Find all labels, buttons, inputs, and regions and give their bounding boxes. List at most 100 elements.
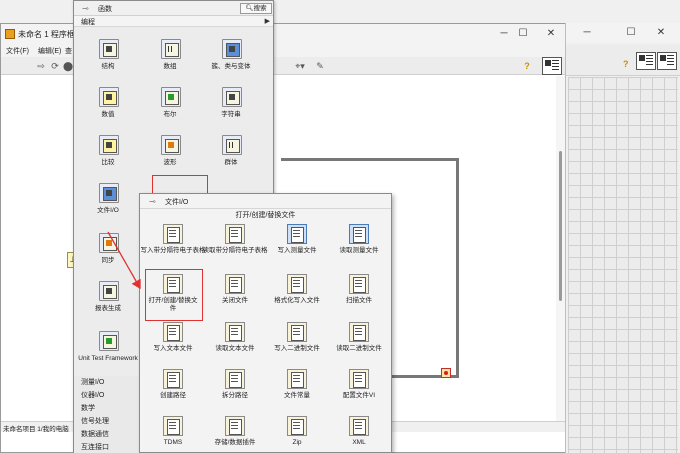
palette-item-label: 群体 [224, 159, 238, 166]
item-label: 写入文本文件 [153, 345, 193, 352]
read-binary-icon [349, 322, 369, 342]
sub-category-connectivity[interactable]: 互连接口 [81, 442, 109, 452]
file-io-palette: ⊸ 文件I/O 打开/创建/替换文件 写入带分隔符电子表格 读取带分隔符电子表格… [139, 193, 392, 453]
item-zip[interactable]: Zip [268, 416, 326, 453]
front-panel-grid[interactable] [568, 77, 678, 453]
palette-item-numeric[interactable]: 数值 [91, 87, 125, 127]
palette-item-label: 同步 [101, 257, 115, 264]
item-label: Zip [292, 439, 302, 446]
search-icon: 🔍︎ [245, 5, 254, 12]
palette-item-comparison[interactable]: 比较 [91, 135, 125, 175]
front-panel-titlebar: ─ ☐ ✕ [566, 23, 680, 43]
file-constant-icon [287, 369, 307, 389]
item-label: 扫描文件 [346, 297, 372, 304]
sub-category-signal-processing[interactable]: 信号处理 [81, 416, 109, 426]
palette-item-array[interactable]: 数组 [153, 39, 187, 79]
search-button[interactable]: 🔍︎搜索 [240, 3, 272, 14]
item-storage[interactable]: 存储/数据插件 [206, 416, 264, 453]
close-file-icon [225, 274, 245, 294]
fp-close-icon[interactable]: ✕ [654, 26, 668, 40]
item-label: 读取测量文件 [339, 247, 379, 254]
item-format-into-file[interactable]: 格式化写入文件 [268, 274, 326, 314]
sub-category-math[interactable]: 数学 [81, 403, 95, 413]
minimize-icon[interactable]: ─ [497, 27, 511, 41]
pin-icon[interactable]: ⊸ [149, 197, 156, 206]
item-label: XML [352, 439, 366, 446]
array-icon [161, 39, 181, 59]
palette-item-file-io[interactable]: 文件I/O [91, 183, 125, 223]
write-measurement-icon [287, 224, 307, 244]
item-config-file[interactable]: 配置文件VI [330, 369, 388, 409]
sub-category-data-communication[interactable]: 数据通信 [81, 429, 109, 439]
open-file-highlight [145, 269, 203, 321]
fp-icon-pane[interactable] [636, 52, 656, 70]
item-read-delimited[interactable]: 读取带分隔符电子表格 [203, 224, 268, 264]
run-arrow-icon[interactable]: ⇨ [35, 60, 47, 72]
category-label: 编程 [81, 19, 95, 26]
item-close-file[interactable]: 关闭文件 [206, 274, 264, 314]
item-write-delimited[interactable]: 写入带分隔符电子表格 [141, 224, 206, 264]
palette-item-string[interactable]: 字符串 [214, 87, 248, 127]
category-header[interactable]: 编程 ▶ [74, 16, 273, 27]
item-label: 文件常量 [284, 392, 310, 399]
item-xml[interactable]: XML [330, 416, 388, 453]
palette-item-group[interactable]: 群体 [214, 135, 248, 175]
palette-item-structures[interactable]: 结构 [91, 39, 125, 79]
group-icon [222, 135, 242, 155]
item-strip-path[interactable]: 拆分路径 [206, 369, 264, 409]
item-label: 拆分路径 [222, 392, 248, 399]
sub-category-instrument-io[interactable]: 仪器I/O [81, 390, 104, 400]
item-label: TDMS [163, 439, 183, 446]
item-write-measurement[interactable]: 写入测量文件 [268, 224, 326, 264]
palette-item-synchronization[interactable]: 同步 [91, 233, 125, 273]
item-scan-file[interactable]: 扫描文件 [330, 274, 388, 314]
item-label: 写入带分隔符电子表格 [140, 247, 206, 254]
palette-item-label: 文件I/O [97, 207, 119, 214]
labview-vi-icon [5, 29, 15, 39]
help-icon[interactable]: ? [521, 60, 533, 72]
fp-connector-pane-icon[interactable] [657, 52, 677, 70]
item-write-text[interactable]: 写入文本文件 [144, 322, 202, 362]
sub-category-measurement-io[interactable]: 测量I/O [81, 377, 104, 387]
palette-item-label: Unit Test Framework [78, 355, 138, 362]
item-read-measurement[interactable]: 读取测量文件 [330, 224, 388, 264]
palette-item-unit-test[interactable]: Unit Test Framework [78, 331, 138, 371]
item-label: 关闭文件 [222, 297, 248, 304]
palette-item-label: 数值 [101, 111, 115, 118]
waveform-icon [161, 135, 181, 155]
category-expand-icon: ▶ [264, 18, 270, 25]
maximize-icon[interactable]: ☐ [516, 27, 530, 41]
report-icon [99, 281, 119, 301]
close-icon[interactable]: ✕ [544, 27, 558, 41]
palette-item-cluster[interactable]: 簇、类与变体 [212, 39, 251, 79]
read-text-icon [225, 322, 245, 342]
pin-icon[interactable]: ⊸ [82, 4, 89, 13]
fp-maximize-icon[interactable]: ☐ [624, 26, 638, 40]
scrollbar-thumb[interactable] [559, 151, 562, 301]
fp-minimize-icon[interactable]: ─ [580, 26, 594, 40]
fp-help-icon[interactable]: ? [623, 59, 629, 69]
reorder-icon[interactable]: ⌖▾ [291, 60, 309, 72]
sub-category-list: 测量I/O 仪器I/O 数学 信号处理 数据通信 互连接口 [74, 376, 144, 453]
item-file-constant[interactable]: 文件常量 [268, 369, 326, 409]
item-read-binary[interactable]: 读取二进制文件 [330, 322, 388, 362]
menu-edit[interactable]: 编辑(E) [38, 46, 61, 56]
item-build-path[interactable]: 创建路径 [144, 369, 202, 409]
menu-view[interactable]: 查 [65, 46, 72, 56]
palette-item-boolean[interactable]: 布尔 [153, 87, 187, 127]
item-read-text[interactable]: 读取文本文件 [206, 322, 264, 362]
item-label: 存储/数据插件 [214, 439, 256, 446]
item-write-binary[interactable]: 写入二进制文件 [268, 322, 326, 362]
cleanup-icon[interactable]: ✎ [314, 60, 326, 72]
file-io-palette-header: ⊸ 文件I/O [140, 194, 391, 209]
scan-file-icon [349, 274, 369, 294]
palette-item-report[interactable]: 报表生成 [91, 281, 125, 321]
boolean-icon [161, 87, 181, 107]
loop-condition-terminal[interactable] [441, 368, 451, 378]
numeric-icon [99, 87, 119, 107]
menu-file[interactable]: 文件(F) [6, 46, 29, 56]
connector-pane-icon[interactable] [542, 57, 562, 75]
item-tdms[interactable]: TDMS [144, 416, 202, 453]
run-continuous-icon[interactable]: ⟳ [49, 60, 61, 72]
palette-item-waveform[interactable]: 波形 [153, 135, 187, 175]
